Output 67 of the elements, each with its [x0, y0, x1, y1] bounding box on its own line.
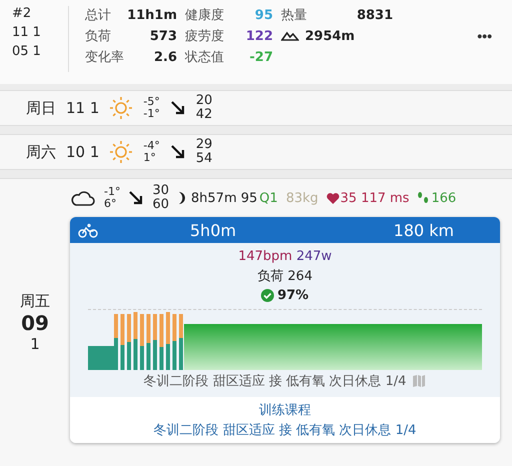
low-temperature: -5° [143, 96, 160, 108]
stat-label: 负荷 [85, 28, 111, 45]
wind-arrow-icon [170, 144, 186, 160]
stat-label: 状态值 [185, 49, 224, 66]
moon-icon [177, 191, 188, 205]
heart-icon [326, 192, 340, 204]
workout-distance: 180 km [394, 220, 454, 240]
step-count: 166 [431, 190, 456, 206]
more-button[interactable]: ••• [469, 28, 500, 44]
wind-gust: 42 [196, 108, 212, 122]
stat-value: 95 [254, 8, 273, 22]
stat-label: 健康度 [185, 7, 224, 24]
wind-speed: 30 [152, 184, 170, 198]
stat-value: 2954m [305, 28, 355, 44]
wind-gust: 60 [152, 198, 170, 212]
day-date: 10 1 [66, 143, 100, 161]
stat-value: -27 [250, 50, 273, 64]
workout-card[interactable]: 5h0m 180 km 147bpm 247w 负荷 264 97% 冬训二阶段 甜区适应 接 低有氧 次日休息 1/4 训练课程 冬训二阶段 甜区适应 接 低有氧 次日休息 1/4 [70, 217, 500, 443]
sun-icon [109, 140, 134, 164]
map-icon [412, 374, 426, 388]
summary-date: 05 1 [12, 44, 42, 59]
day-date: 11 1 [66, 99, 100, 117]
course-name: 冬训二阶段 甜区适应 接 低有氧 次日休息 1/4 [154, 422, 416, 439]
low-temperature: -1° [104, 186, 120, 198]
bicycle-icon [78, 222, 98, 238]
high-temperature: -1° [143, 108, 160, 120]
average-power: 247w [296, 249, 332, 264]
wind-arrow-icon [128, 190, 144, 206]
wind-arrow-icon [170, 100, 186, 116]
weekday: 周日 [26, 98, 56, 118]
weight: 83kg [286, 190, 318, 206]
check-circle-icon [261, 289, 274, 302]
month: 1 [30, 335, 40, 353]
completion-percentage: 97% [277, 288, 309, 303]
day-number: 09 [21, 311, 49, 335]
heart-rate-info: 35 117 ms [326, 190, 410, 206]
rank: #2 [12, 6, 32, 21]
footsteps-icon [417, 191, 430, 205]
wind-speed: 20 [196, 94, 212, 108]
average-heart-rate: 147bpm [238, 249, 292, 264]
stat-value: 573 [150, 28, 177, 44]
workout-load: 负荷 264 [258, 268, 312, 285]
stat-value: 8831 [356, 8, 393, 22]
wind-speed: 29 [196, 138, 212, 152]
stat-label: 热量 [281, 7, 307, 24]
workout-description: 冬训二阶段 甜区适应 接 低有氧 次日休息 1/4 [144, 373, 406, 390]
stat-label: 疲劳度 [185, 28, 224, 45]
sleep-duration: 8h57m 95 [191, 190, 258, 206]
low-temperature: -4° [143, 140, 160, 152]
high-temperature: 6° [104, 198, 118, 210]
high-temperature: 1° [143, 152, 157, 164]
stat-label: 变化率 [85, 49, 124, 66]
weekday: 周五 [20, 292, 50, 311]
sleep-quality: Q1 [259, 190, 278, 206]
workout-duration: 5h0m [190, 220, 236, 240]
sun-icon [109, 96, 134, 120]
stat-value: 11h1m [127, 8, 177, 22]
stat-value: 122 [246, 28, 273, 44]
stat-label: 总计 [85, 7, 111, 24]
course-title: 训练课程 [259, 402, 311, 419]
stat-value: 2.6 [154, 50, 177, 64]
course-section[interactable]: 训练课程 冬训二阶段 甜区适应 接 低有氧 次日休息 1/4 [70, 397, 500, 443]
summary-date: 11 1 [12, 25, 42, 40]
weekday: 周六 [26, 142, 56, 162]
cloud-icon [70, 189, 96, 207]
mountain-icon [281, 31, 299, 41]
wind-gust: 54 [196, 152, 212, 166]
